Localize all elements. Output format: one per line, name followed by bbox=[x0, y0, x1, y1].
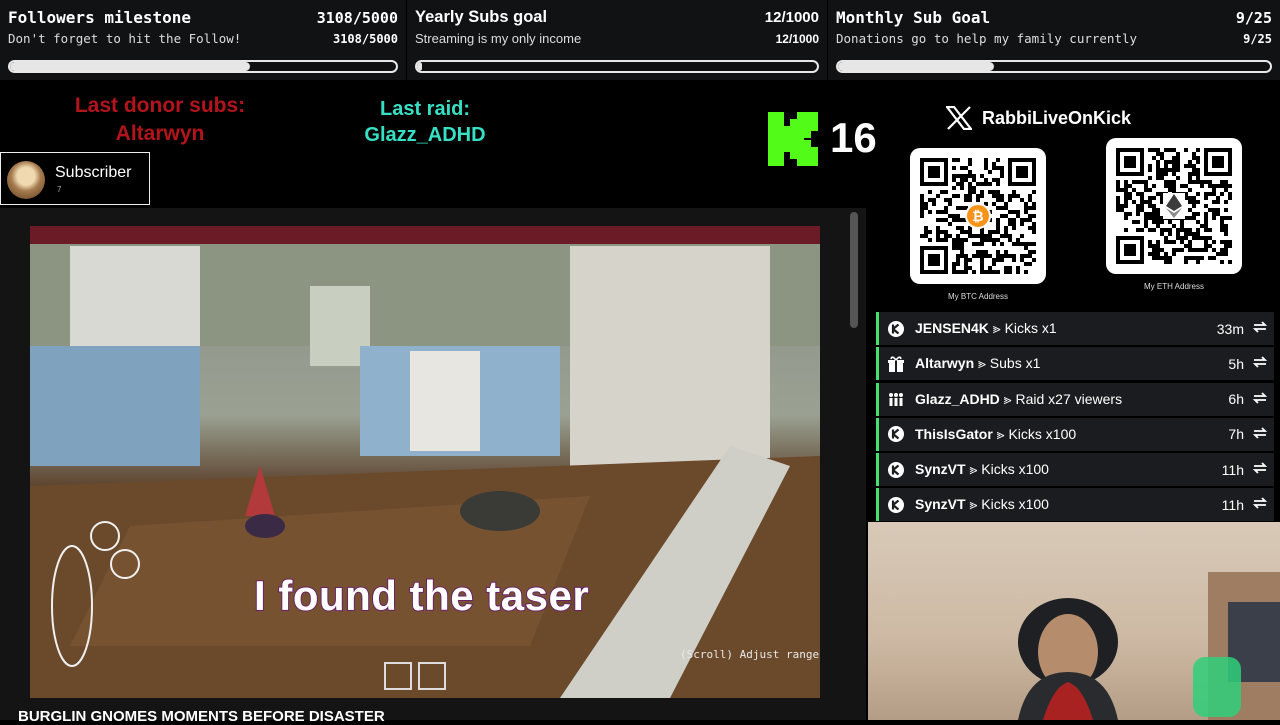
event-text: ThisIsGator ⪢ Kicks x100 bbox=[915, 426, 1228, 443]
social-handle-text: RabbiLiveOnKick bbox=[982, 107, 1132, 128]
goal-yearly-subs: Yearly Subs goal 12/1000 Streaming is my… bbox=[407, 0, 827, 80]
webcam bbox=[868, 522, 1280, 720]
goal-count: 9/25 bbox=[1235, 9, 1272, 27]
bitcoin-icon: ₿ bbox=[965, 203, 991, 229]
event-text: Glazz_ADHD ⪢ Raid x27 viewers bbox=[915, 391, 1228, 408]
event-row: ThisIsGator ⪢ Kicks x100 7h bbox=[876, 417, 1274, 451]
eth-caption: My ETH Address bbox=[1143, 282, 1204, 291]
scrollbar[interactable] bbox=[850, 212, 858, 328]
hotbar-slot-2[interactable] bbox=[418, 662, 446, 690]
event-time: 5h bbox=[1228, 355, 1244, 372]
event-action: ⪢ Kicks x100 bbox=[992, 425, 1077, 442]
goal-progress-fill bbox=[10, 62, 250, 71]
event-user: JENSEN4K bbox=[915, 320, 989, 336]
x-logo-icon bbox=[946, 106, 972, 130]
last-donor: Last donor subs: Altarwyn bbox=[40, 92, 280, 148]
replay-icon[interactable] bbox=[1252, 426, 1268, 443]
kick-icon bbox=[887, 320, 905, 338]
eth-qr-code bbox=[1106, 138, 1242, 274]
replay-icon[interactable] bbox=[1252, 355, 1268, 372]
goal-progress-fill bbox=[838, 62, 994, 71]
last-raid-name: Glazz_ADHD bbox=[364, 124, 486, 146]
kick-icon bbox=[887, 496, 905, 514]
event-user: Glazz_ADHD bbox=[915, 390, 1000, 407]
avatar bbox=[7, 161, 45, 199]
kick-logo-icon bbox=[768, 112, 818, 166]
goal-title: Yearly Subs goal bbox=[415, 8, 548, 26]
goal-subtitle: Don't forget to hit the Follow! bbox=[8, 31, 242, 46]
event-row: Glazz_ADHD ⪢ Raid x27 viewers 6h bbox=[876, 382, 1274, 416]
kick-icon bbox=[887, 461, 905, 479]
svg-text:₿: ₿ bbox=[972, 208, 983, 224]
subscriber-count: 7 bbox=[57, 185, 62, 194]
goal-progress-bar bbox=[415, 60, 819, 73]
event-time: 7h bbox=[1228, 426, 1244, 443]
event-text: SynzVT ⪢ Kicks x100 bbox=[915, 496, 1222, 513]
goal-subcount: 3108/5000 bbox=[332, 32, 398, 46]
event-time: 33m bbox=[1216, 320, 1244, 337]
goal-subtitle: Streaming is my only income bbox=[415, 31, 582, 46]
goal-progress-bar bbox=[8, 60, 398, 73]
last-raid: Last raid: Glazz_ADHD bbox=[340, 96, 510, 148]
replay-icon[interactable] bbox=[1252, 461, 1268, 478]
gift-icon bbox=[887, 355, 905, 373]
goal-count: 12/1000 bbox=[764, 9, 819, 26]
replay-icon[interactable] bbox=[1252, 496, 1268, 513]
event-row: Altarwyn ⪢ Subs x1 5h bbox=[876, 347, 1274, 381]
goal-count: 3108/5000 bbox=[316, 9, 398, 27]
social-handle: RabbiLiveOnKick bbox=[946, 106, 1131, 130]
subscriber-label: Subscriber bbox=[55, 164, 132, 181]
kitchen-scene-graphic bbox=[30, 226, 820, 698]
last-donor-label: Last donor subs: bbox=[74, 94, 246, 117]
event-user: Altarwyn bbox=[915, 355, 975, 372]
event-time: 11h bbox=[1221, 496, 1244, 513]
event-feed: JENSEN4K ⪢ Kicks x1 33m Altarwyn ⪢ Subs x1… bbox=[876, 312, 1274, 524]
event-text: Altarwyn ⪢ Subs x1 bbox=[915, 355, 1228, 372]
scroll-hint: (Scroll) Adjust range bbox=[680, 648, 820, 661]
event-action: ⪢ Kicks x100 bbox=[965, 496, 1049, 513]
goal-subtitle: Donations go to help my family currently bbox=[836, 31, 1138, 46]
goal-progress-fill bbox=[417, 62, 422, 71]
goal-monthly-subs: Monthly Sub Goal 9/25 Donations go to he… bbox=[828, 0, 1280, 80]
event-row: SynzVT ⪢ Kicks x100 11h bbox=[876, 453, 1274, 487]
last-raid-label: Last raid: bbox=[379, 98, 471, 120]
replay-icon[interactable] bbox=[1252, 320, 1268, 337]
event-time: 11h bbox=[1221, 461, 1244, 478]
hotbar-slot-1[interactable] bbox=[384, 662, 412, 690]
event-action: ⪢ Raid x27 viewers bbox=[999, 390, 1123, 407]
goal-title: Followers milestone bbox=[8, 8, 192, 27]
goal-progress-bar bbox=[836, 60, 1272, 73]
replay-icon[interactable] bbox=[1252, 391, 1268, 408]
ethereum-icon bbox=[1163, 193, 1185, 219]
event-action: ⪢ Subs x1 bbox=[974, 355, 1041, 372]
event-text: JENSEN4K ⪢ Kicks x1 bbox=[915, 320, 1217, 337]
video-title: BURGLIN GNOMES MOMENTS BEFORE DISASTER bbox=[18, 708, 385, 725]
event-user: SynzVT bbox=[915, 496, 966, 513]
viewer-count: 16 bbox=[830, 114, 877, 161]
game-subtitle: I found the taser bbox=[253, 571, 590, 620]
goal-title: Monthly Sub Goal bbox=[836, 8, 991, 27]
webcam-feed-graphic bbox=[1018, 572, 1280, 720]
last-donor-name: Altarwyn bbox=[115, 122, 205, 145]
event-row: SynzVT ⪢ Kicks x100 11h bbox=[876, 488, 1274, 522]
event-user: SynzVT bbox=[915, 461, 966, 478]
goal-subcount: 12/1000 bbox=[775, 32, 819, 46]
event-text: SynzVT ⪢ Kicks x100 bbox=[915, 461, 1222, 478]
raid-icon bbox=[887, 390, 905, 408]
subscriber-alert: Subscriber 7 bbox=[0, 152, 150, 205]
event-user: ThisIsGator bbox=[915, 425, 993, 442]
btc-qr-code: ₿ bbox=[910, 148, 1046, 284]
kick-icon bbox=[887, 425, 905, 443]
event-action: ⪢ Kicks x1 bbox=[988, 320, 1057, 336]
event-time: 6h bbox=[1228, 391, 1244, 408]
btc-caption: My BTC Address bbox=[947, 292, 1008, 301]
goal-subcount: 9/25 bbox=[1243, 32, 1272, 46]
event-row: JENSEN4K ⪢ Kicks x1 33m bbox=[876, 312, 1274, 345]
event-action: ⪢ Kicks x100 bbox=[965, 461, 1049, 478]
goal-followers: Followers milestone 3108/5000 Don't forg… bbox=[0, 0, 406, 80]
game-scene bbox=[30, 226, 820, 698]
